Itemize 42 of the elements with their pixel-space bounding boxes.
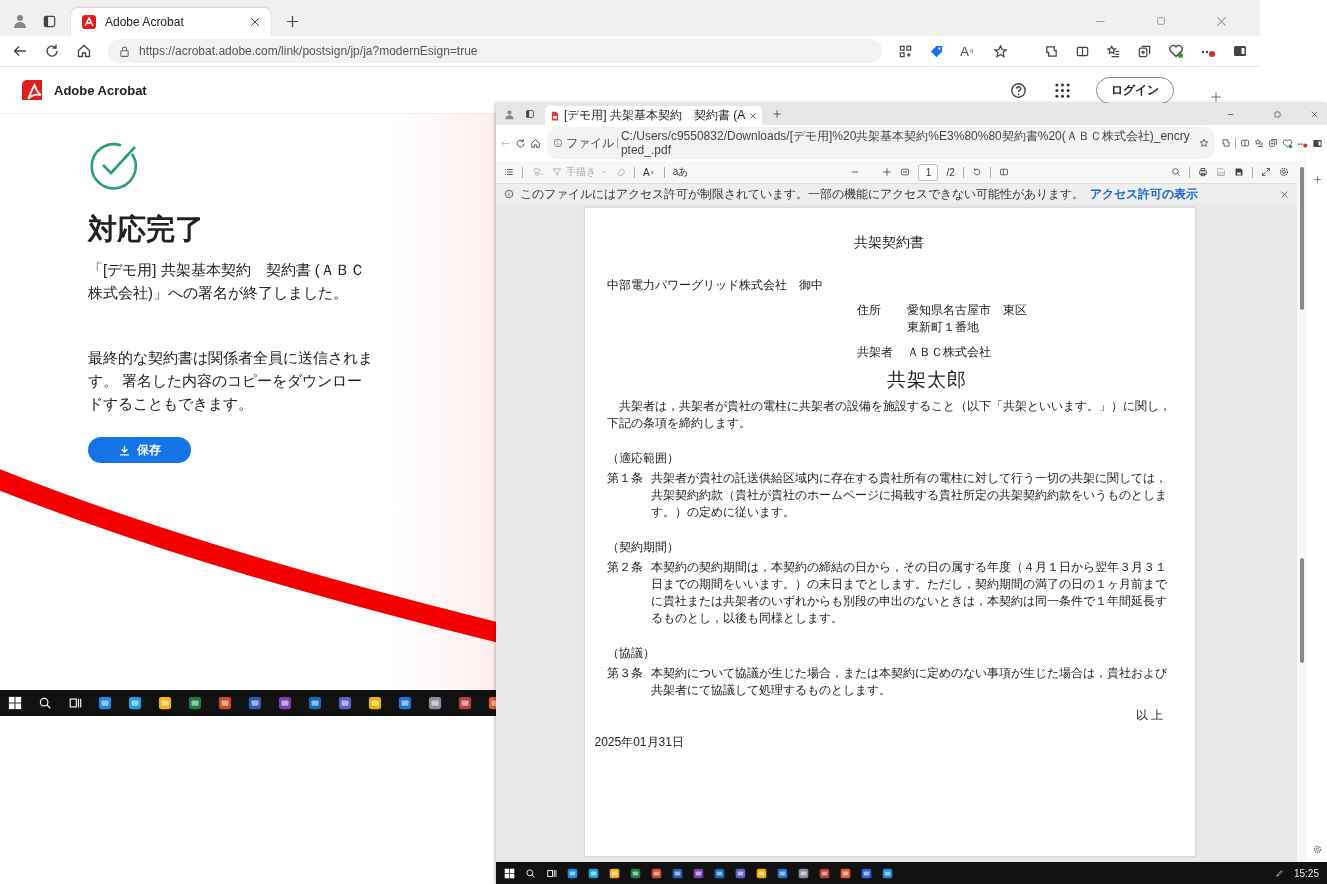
field-label: 住所 (856, 302, 882, 319)
address-bar[interactable]: ファイル C:/Users/c9550832/Downloads/[デモ用]%20共架基本契約%E3%80%80契約書%20(ＡＢＣ株式会社)_encrypted_.pdf (547, 127, 1215, 159)
browser-tab[interactable]: [デモ用] 共架基本契約 契約書 (A (545, 106, 763, 125)
page-total: /2 (946, 166, 955, 178)
document-title: 共架契約書 (852, 234, 925, 251)
intro-paragraph: 共架者は，共架者が貴社の電柱に共架者の設備を施設すること（以下「共架といいます。」）に関し，下記の条項を締約します。 (606, 398, 1171, 432)
article-number: 第２条 (606, 559, 644, 576)
closing-mark: 以 上 (1134, 707, 1163, 724)
text-options-icon[interactable]: aあ (672, 165, 689, 179)
permission-link[interactable]: アクセス許可の表示 (1090, 185, 1198, 203)
addressee: 中部電力パワーグリッド株式会社 御中 (606, 277, 824, 294)
read-aloud-icon[interactable]: A (643, 166, 656, 178)
completion-heading: 対応完了 (88, 212, 204, 247)
article-text: 本契約の契約期間は，本契約の締結の日から，その日の属する年度（４月１日から翌年３月３１日までの期間をいいます。）の末日までとします。ただし，契約期間の満了の日の１ヶ月前までに貴社または共架者のいずれからも別段の申出のないときは，本契約は同一条件で１年間延長するものとし，以後も同様とします。 (650, 559, 1168, 627)
address-text: 愛知県名古屋市 東区 東新町１番地 (906, 302, 1028, 336)
handwritten-signature: 共架太郎 (886, 371, 968, 388)
address-bar[interactable]: https://acrobat.adobe.com/link/postsign/jp/ja?modernEsign=true (108, 39, 883, 63)
url-text: https://acrobat.adobe.com/link/postsign/jp/ja?modernEsign=true (139, 44, 478, 58)
tab-title: [デモ用] 共架基本契約 契約書 (A (564, 107, 746, 124)
taskbar-clock[interactable]: 15:25 (1293, 867, 1319, 879)
signed-message: 「[デモ用] 共架基本契約 契約書 (ＡＢＣ株式会社)」への署名が終了しました。 (88, 260, 366, 303)
article-heading: （契約期間） (606, 539, 680, 556)
page-number-field[interactable]: 1 (918, 163, 939, 181)
article-number: 第３条 (606, 665, 644, 682)
article-heading: （適応範囲） (606, 450, 680, 467)
login-button[interactable]: ログイン (1096, 76, 1174, 104)
save-button[interactable]: 保存 (88, 437, 191, 463)
article-text: 本契約について協議が生じた場合，または本契約に定めのない事項が生じた場合は，貴社および共架者にて協議して処理するものとします。 (650, 665, 1168, 699)
delivery-note: 最終的な契約書は関係者全員に送信されます。 署名した内容のコピーをダウンロードすることもできます。 (88, 348, 374, 414)
field-label: 共架者 (856, 344, 894, 361)
article-heading: （協議） (606, 645, 656, 662)
read-aloud-icon[interactable]: A (960, 43, 977, 59)
article-text: 共架者が貴社の託送供給区域内に存在する貴社所有の電柱に対して行う一切の共架に関しては，共架契約約款（貴社が貴社のホームページに掲載する貴社所定の共架契約約款をいうものとします。）の定めに従います。 (650, 470, 1168, 521)
address-scheme: ファイル (566, 136, 614, 150)
permission-notice: このファイルにはアクセス許可が制限されています。一部の機能にアクセスできない可能性があります。 (520, 185, 1084, 203)
app-name: Adobe Acrobat (54, 82, 147, 98)
party-name: ＡＢＣ株式会社 (906, 344, 992, 361)
document-date: 2025年01月31日 (594, 734, 685, 751)
url-text: C:/Users/c9550832/Downloads/[デモ用]%20共架基本契約%E3%80%80契約書%20(ＡＢＣ株式会社)_encrypted_.pdf (620, 129, 1191, 157)
browser-tab[interactable]: Adobe Acrobat (71, 8, 271, 36)
tab-title: Adobe Acrobat (105, 15, 185, 29)
article-number: 第１条 (606, 470, 644, 487)
